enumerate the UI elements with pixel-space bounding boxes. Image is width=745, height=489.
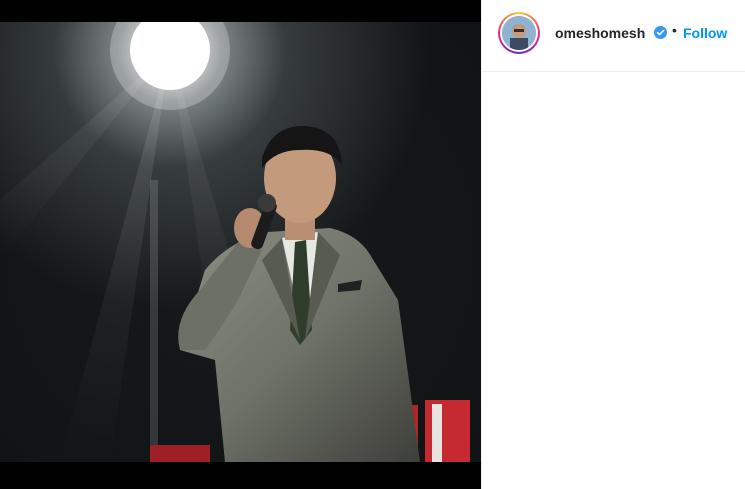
post-photo[interactable] bbox=[0, 0, 481, 489]
avatar-image bbox=[502, 16, 536, 50]
verified-badge-icon bbox=[654, 26, 667, 39]
avatar-photo bbox=[502, 16, 536, 50]
avatar[interactable] bbox=[498, 12, 540, 54]
post-image bbox=[0, 0, 481, 489]
separator-dot: • bbox=[672, 22, 677, 38]
username-link[interactable]: omeshomesh bbox=[555, 25, 645, 41]
post-sidebar: omeshomesh • Follow bbox=[481, 0, 745, 489]
follow-button[interactable]: Follow bbox=[683, 25, 727, 41]
post-header: omeshomesh • Follow bbox=[482, 0, 745, 72]
